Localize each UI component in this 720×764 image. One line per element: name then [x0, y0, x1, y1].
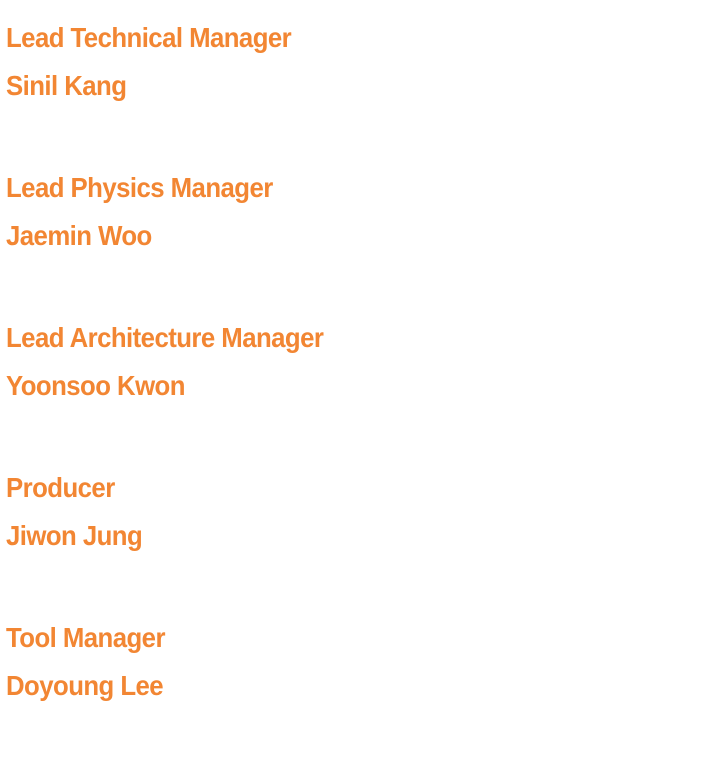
- credit-role: Tool Manager: [6, 622, 165, 653]
- credit-name: Jiwon Jung: [6, 520, 143, 551]
- credit-entry: Producer Jiwon Jung: [6, 464, 706, 614]
- credit-role: Producer: [6, 472, 115, 503]
- credit-entry: Lead Physics Manager Jaemin Woo: [6, 164, 706, 314]
- credit-role: Lead Technical Manager: [6, 22, 292, 53]
- credit-name: Sinil Kang: [6, 70, 127, 101]
- credit-role: Lead Architecture Manager: [6, 322, 324, 353]
- credit-entry: Tool Manager Doyoung Lee: [6, 614, 706, 764]
- credit-name: Jaemin Woo: [6, 220, 152, 251]
- credit-name: Doyoung Lee: [6, 670, 164, 701]
- credit-role: Lead Physics Manager: [6, 172, 273, 203]
- credit-entry: Lead Architecture Manager Yoonsoo Kwon: [6, 314, 706, 464]
- credit-name: Yoonsoo Kwon: [6, 370, 185, 401]
- credit-entry: Lead Technical Manager Sinil Kang: [6, 14, 706, 164]
- credits-list: Lead Technical Manager Sinil Kang Lead P…: [6, 14, 706, 764]
